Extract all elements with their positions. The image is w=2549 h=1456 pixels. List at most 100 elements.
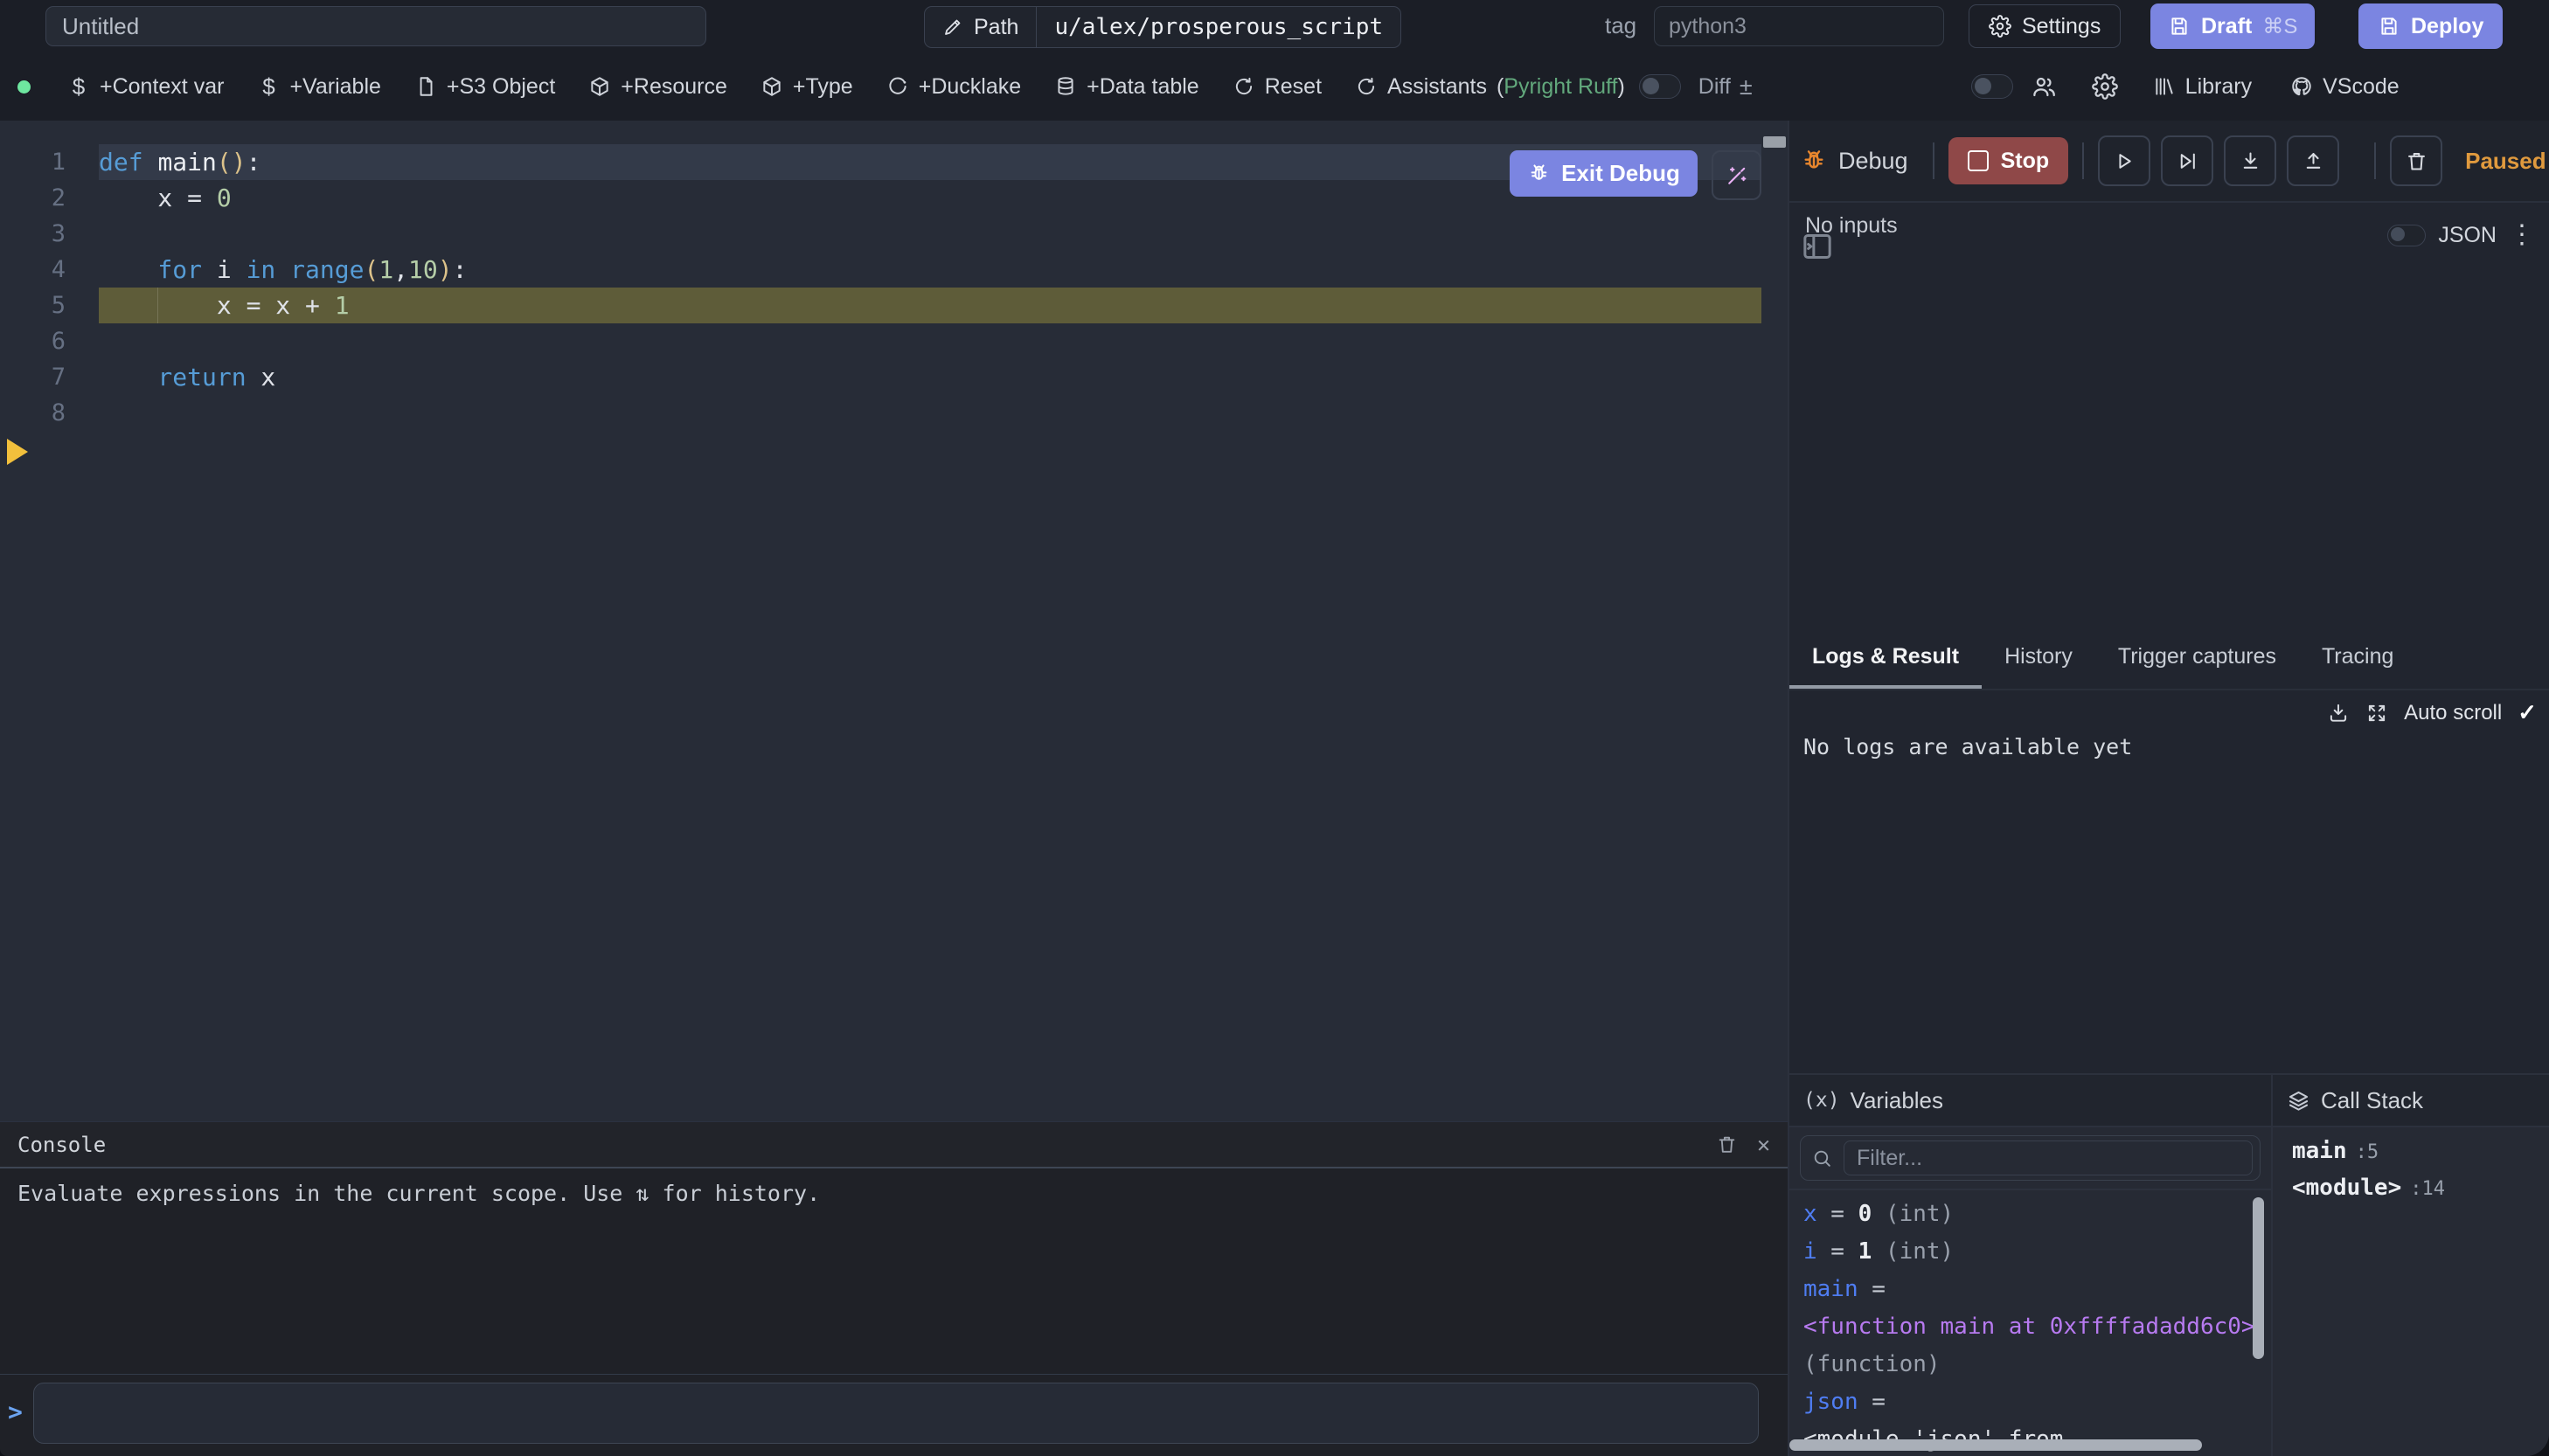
code-line[interactable]: 6 (0, 323, 1761, 359)
type-button[interactable]: +Type (761, 74, 853, 100)
settings-button[interactable]: Settings (1969, 4, 2121, 48)
tab-trigger-captures[interactable]: Trigger captures (2095, 622, 2299, 690)
variable-line[interactable]: main = (1803, 1271, 2271, 1308)
variables-filter-input[interactable] (1844, 1141, 2253, 1175)
code-line[interactable]: 4 for i in range(1,10): (0, 252, 1761, 288)
s3-object-button[interactable]: +S3 Object (414, 74, 555, 100)
tag-input[interactable] (1654, 6, 1944, 46)
line-number[interactable]: 7 (0, 364, 66, 391)
data-table-button[interactable]: +Data table (1054, 74, 1199, 100)
ai-assistant-button[interactable] (1712, 150, 1761, 200)
line-number[interactable]: 5 (0, 292, 66, 319)
line-number[interactable]: 3 (0, 220, 66, 247)
toolbar-item-label: +Type (793, 74, 853, 100)
collapse-panel-icon[interactable] (1800, 229, 1835, 264)
reset-icon (1233, 75, 1255, 98)
edit-path-button[interactable]: Path (925, 7, 1037, 47)
tab-tracing[interactable]: Tracing (2299, 622, 2416, 690)
code-line-content[interactable] (99, 323, 1761, 359)
code-line[interactable]: 8 (0, 395, 1761, 431)
assistants-button[interactable]: Assistants ( Pyright Ruff ) (1355, 74, 1625, 100)
script-path-value[interactable]: u/alex/prosperous_script (1037, 7, 1400, 47)
frame-line-ref: :14 (2410, 1178, 2445, 1200)
step-out-icon (2302, 149, 2325, 173)
code-line[interactable]: 3 (0, 216, 1761, 252)
line-number[interactable]: 8 (0, 399, 66, 426)
diff-toggle[interactable] (1639, 74, 1681, 99)
console-input[interactable] (33, 1383, 1759, 1444)
variable-line[interactable]: x = 0 (int) (1803, 1196, 2271, 1233)
variable-line[interactable]: json = (1803, 1383, 2271, 1421)
code-line[interactable]: 7 return x (0, 359, 1761, 395)
variable-line[interactable]: <function main at 0xffffadadd6c0> (1803, 1308, 2271, 1346)
trash-icon[interactable] (1716, 1134, 1738, 1155)
check-icon[interactable]: ✓ (2518, 699, 2537, 726)
variable-line[interactable]: (function) (1803, 1346, 2271, 1383)
tab-history[interactable]: History (1982, 622, 2095, 690)
variables-list: x = 0 (int)i = 1 (int)main =<function ma… (1789, 1190, 2271, 1456)
vscode-button[interactable]: VScode (2290, 74, 2400, 100)
close-icon[interactable]: ✕ (1757, 1134, 1770, 1155)
code-line-content[interactable]: return x (99, 359, 1761, 395)
autoscroll-label[interactable]: Auto scroll (2404, 701, 2502, 725)
code-line[interactable]: 5 x = x + 1 (0, 288, 1761, 323)
assistants-paren-close: ) (1617, 74, 1624, 100)
step-over-button[interactable] (2161, 135, 2213, 186)
json-toggle[interactable] (2387, 225, 2426, 246)
code-line[interactable]: 1def main(): (0, 144, 1761, 180)
gear-icon[interactable] (2092, 73, 2118, 100)
diff-group[interactable]: Diff ± (1698, 73, 1753, 101)
download-icon[interactable] (2327, 702, 2350, 725)
variables-vertical-scrollbar[interactable] (2253, 1197, 2264, 1359)
code-line-content[interactable]: for i in range(1,10): (99, 252, 1761, 288)
deploy-button[interactable]: Deploy (2358, 3, 2503, 49)
code-editor[interactable]: 1def main():2x = 0 3 4 for i in range(1,10)… (0, 121, 1788, 1121)
assistants-paren-open: ( (1497, 74, 1504, 100)
draft-button[interactable]: Draft ⌘S (2150, 3, 2315, 49)
tab-logs-result[interactable]: Logs & Result (1789, 622, 1982, 690)
clear-button[interactable] (2390, 135, 2442, 186)
step-over-icon (2176, 149, 2199, 173)
callstack-frame[interactable]: <module>:14 (2292, 1175, 2549, 1211)
exit-debug-button[interactable]: Exit Debug (1510, 150, 1698, 197)
logs-controls: Auto scroll ✓ (2327, 699, 2537, 726)
toolbar-item-label: +Resource (621, 74, 727, 100)
assistants-checker: Pyright Ruff (1504, 74, 1617, 100)
step-out-button[interactable] (2287, 135, 2339, 186)
context-var-button[interactable]: $+Context var (67, 74, 224, 100)
users-icon[interactable] (2031, 73, 2057, 100)
file-icon (414, 75, 437, 98)
resource-button[interactable]: +Resource (588, 74, 727, 100)
library-button[interactable]: Library (2153, 74, 2252, 100)
step-into-button[interactable] (2224, 135, 2276, 186)
code-line-content[interactable] (99, 216, 1761, 252)
dollar-icon: $ (257, 75, 280, 98)
reset-button[interactable]: Reset (1233, 74, 1322, 100)
line-number[interactable]: 4 (0, 256, 66, 283)
code-line-content[interactable] (99, 395, 1761, 431)
variables-horizontal-scrollbar[interactable] (1789, 1439, 2202, 1451)
continue-button[interactable] (2098, 135, 2150, 186)
frame-line-ref: :5 (2356, 1141, 2379, 1163)
bug-icon (1800, 147, 1828, 175)
kebab-menu-icon[interactable]: ⋮ (2509, 222, 2535, 248)
line-number[interactable]: 1 (0, 149, 66, 176)
variable-line[interactable]: <module 'json' from (1803, 1421, 2271, 1456)
variable-line[interactable]: i = 1 (int) (1803, 1233, 2271, 1271)
variable-button[interactable]: $+Variable (257, 74, 380, 100)
code-line[interactable]: 2x = 0 (0, 180, 1761, 216)
stop-button[interactable]: Stop (1948, 137, 2069, 184)
layers-icon (2287, 1089, 2310, 1113)
callstack-title: Call Stack (2321, 1087, 2423, 1114)
editor-toolbar: $+Context var $+Variable +S3 Object +Resour… (0, 52, 2549, 121)
editor-scrollbar[interactable] (1763, 136, 1786, 148)
line-number[interactable]: 6 (0, 328, 66, 355)
line-number[interactable]: 2 (0, 184, 66, 211)
expand-icon[interactable] (2365, 702, 2388, 725)
ducklake-button[interactable]: +Ducklake (886, 74, 1021, 100)
script-title-input[interactable] (45, 6, 706, 46)
collab-toggle[interactable] (1971, 74, 2013, 99)
code-line-content[interactable]: x = x + 1 (99, 288, 1761, 323)
callstack-frame[interactable]: main:5 (2292, 1138, 2549, 1175)
package-icon (588, 75, 611, 98)
